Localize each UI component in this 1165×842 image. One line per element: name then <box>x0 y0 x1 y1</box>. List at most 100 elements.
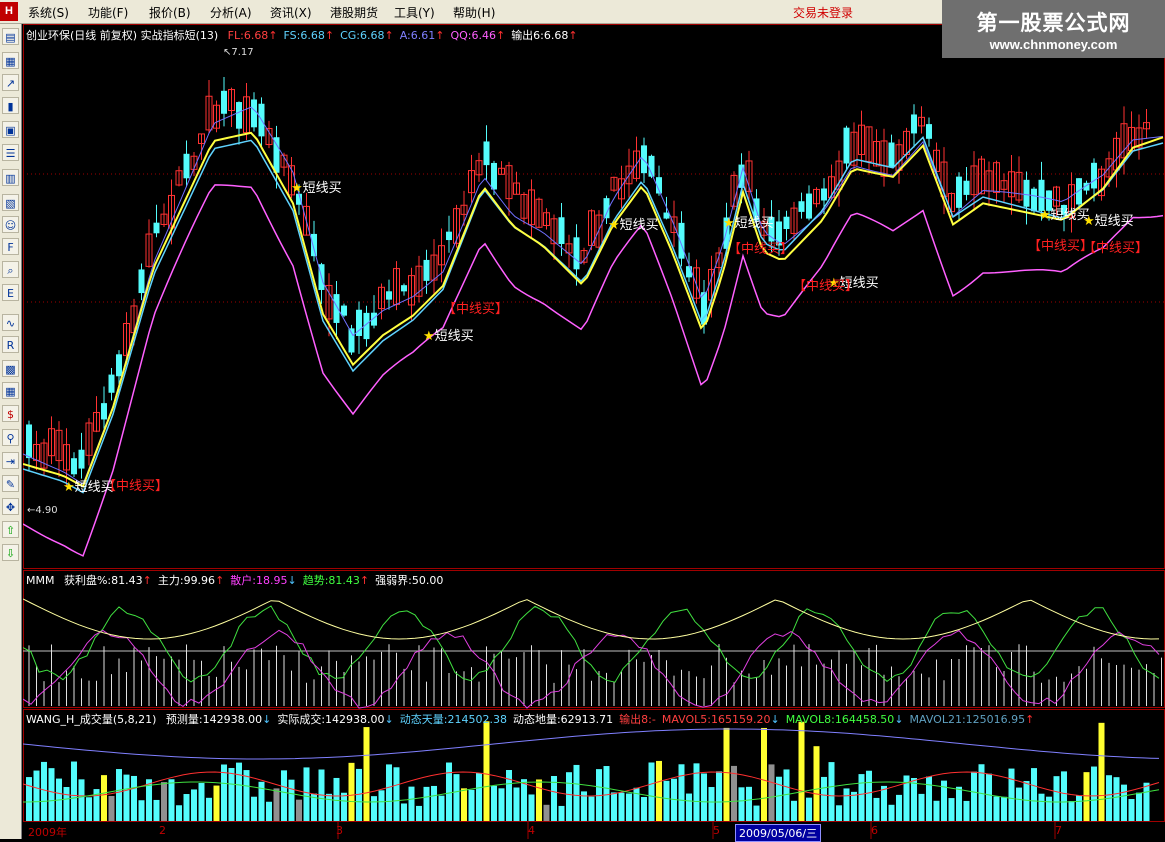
volume-bar <box>716 771 722 821</box>
vol-indicator-3: 动态地量:62913.71 <box>512 713 614 726</box>
candle-down <box>678 222 685 259</box>
menu-quote[interactable]: 报价(B) <box>149 4 191 21</box>
date-tick-label: 7 <box>1055 824 1062 837</box>
dollar-icon[interactable]: $ <box>2 405 19 422</box>
volume-bar <box>281 770 287 821</box>
volume-bar <box>956 786 962 821</box>
indicator-icon[interactable]: ▩ <box>2 360 19 377</box>
arrow-up-icon[interactable]: ⇧ <box>2 521 19 538</box>
search-icon[interactable]: ⌕ <box>2 261 19 278</box>
link-icon[interactable]: ⚲ <box>2 429 19 446</box>
notes-icon[interactable]: ▥ <box>2 169 19 186</box>
volume-bar <box>1121 784 1127 821</box>
candle-down <box>446 231 452 241</box>
volume-bar <box>123 774 130 821</box>
menu-system[interactable]: 系统(S) <box>28 4 69 21</box>
pencil-icon[interactable]: ✎ <box>2 475 19 492</box>
main-panel-legend: 创业环保(日线 前复权) 实战指标短(13) FL:6.68↑ FS:6.68↑ C… <box>26 27 590 43</box>
volume-bar <box>708 787 715 821</box>
volume-bar <box>851 791 857 821</box>
menu-analysis[interactable]: 分析(A) <box>210 4 252 21</box>
users-icon[interactable]: ☺ <box>2 216 19 233</box>
candle-down <box>401 285 407 292</box>
menu-help[interactable]: 帮助(H) <box>453 4 495 21</box>
line-chart-icon[interactable]: ↗ <box>2 74 19 91</box>
candle-down <box>783 216 790 229</box>
volume-bar <box>656 760 662 821</box>
grid-icon[interactable]: ▦ <box>2 52 19 69</box>
volume-bar <box>701 773 707 821</box>
export-icon[interactable]: ⇥ <box>2 452 19 469</box>
cursor-date: 2009/05/06/三 <box>735 824 822 842</box>
volume-bar <box>1136 792 1142 821</box>
volume-bar <box>618 792 625 821</box>
volume-bar <box>971 771 977 821</box>
volume-bar <box>1068 801 1075 821</box>
box-icon[interactable]: ▧ <box>2 194 19 211</box>
volume-bar <box>408 786 415 821</box>
volume-bar <box>626 793 632 821</box>
volume-bar <box>993 796 1000 821</box>
candle-down <box>116 354 122 377</box>
volume-bar <box>213 785 220 821</box>
mmm-indicator-1: 主力:99.96↑ <box>157 574 225 587</box>
f10-icon[interactable]: F <box>2 238 19 255</box>
quote-list-icon[interactable]: ▤ <box>2 28 19 45</box>
wave-icon[interactable]: ∿ <box>2 314 19 331</box>
volume-bar <box>206 797 212 821</box>
volume-bar <box>333 777 340 821</box>
volume-bar <box>986 773 992 821</box>
candle-down <box>273 137 280 173</box>
star-icon: ★ <box>608 218 620 233</box>
star-icon: ★ <box>291 181 303 196</box>
volume-bar <box>131 775 137 821</box>
volume-bar <box>896 794 902 821</box>
volume-bar <box>161 782 167 821</box>
menu-tools[interactable]: 工具(Y) <box>394 4 435 21</box>
volume-bar <box>806 797 812 821</box>
volume-bar <box>611 792 617 821</box>
etf-icon[interactable]: E <box>2 284 19 301</box>
candle-down <box>71 458 77 475</box>
window-icon[interactable]: ▣ <box>2 121 19 138</box>
menu-hk-futures[interactable]: 港股期货 <box>330 4 378 21</box>
volume-bar <box>108 795 115 821</box>
volume-bar <box>776 776 782 821</box>
mmm-indicator-0: 获利盘%:81.43↑ <box>63 574 152 587</box>
volume-bar <box>393 767 400 821</box>
chart-area[interactable]: 创业环保(日线 前复权) 实战指标短(13) FL:6.68↑ FS:6.68↑ C… <box>23 24 1165 842</box>
candle-chart-icon[interactable]: ▮ <box>2 97 19 114</box>
candle-down <box>1076 178 1082 205</box>
list-icon[interactable]: ☰ <box>2 144 19 161</box>
mmm-indicator-values: 获利盘%:81.43↑ 主力:99.96↑ 散户:18.95↓ 趋势:81.43↑ 强弱… <box>64 574 449 587</box>
volume-bar <box>101 775 107 821</box>
volume-bar <box>738 787 745 821</box>
candle-down <box>153 222 160 234</box>
volume-bar <box>926 776 932 821</box>
volume-bar <box>1098 722 1105 821</box>
candle-down <box>911 114 917 134</box>
vol-indicator-4: 输出8:- <box>619 713 656 726</box>
volume-bar <box>1113 777 1120 821</box>
candle-down <box>311 233 317 257</box>
volume-bar <box>933 800 940 821</box>
low-price-label: ←4.90 <box>27 505 58 516</box>
volume-bar <box>401 803 407 821</box>
volume-bar <box>303 767 310 821</box>
menu-function[interactable]: 功能(F) <box>88 4 128 21</box>
volume-bar <box>371 796 377 821</box>
arrow-down-icon[interactable]: ⇩ <box>2 544 19 561</box>
volume-bar <box>798 721 805 821</box>
volume-panel-legend: WANG_H_成交量(5,8,21) 预测量:142938.00↓ 实际成交:14… <box>26 711 1046 727</box>
volume-bar <box>348 762 355 821</box>
login-status[interactable]: 交易未登录 <box>793 4 853 21</box>
menu-news[interactable]: 资讯(X) <box>270 4 312 21</box>
rsi-icon[interactable]: R <box>2 336 19 353</box>
volume-bar <box>761 727 767 821</box>
move-icon[interactable]: ✥ <box>2 498 19 515</box>
volume-bar <box>573 764 580 821</box>
candle-down <box>101 403 107 420</box>
volume-bar <box>693 763 700 821</box>
calc-icon[interactable]: ▦ <box>2 382 19 399</box>
candle-down <box>333 294 340 323</box>
